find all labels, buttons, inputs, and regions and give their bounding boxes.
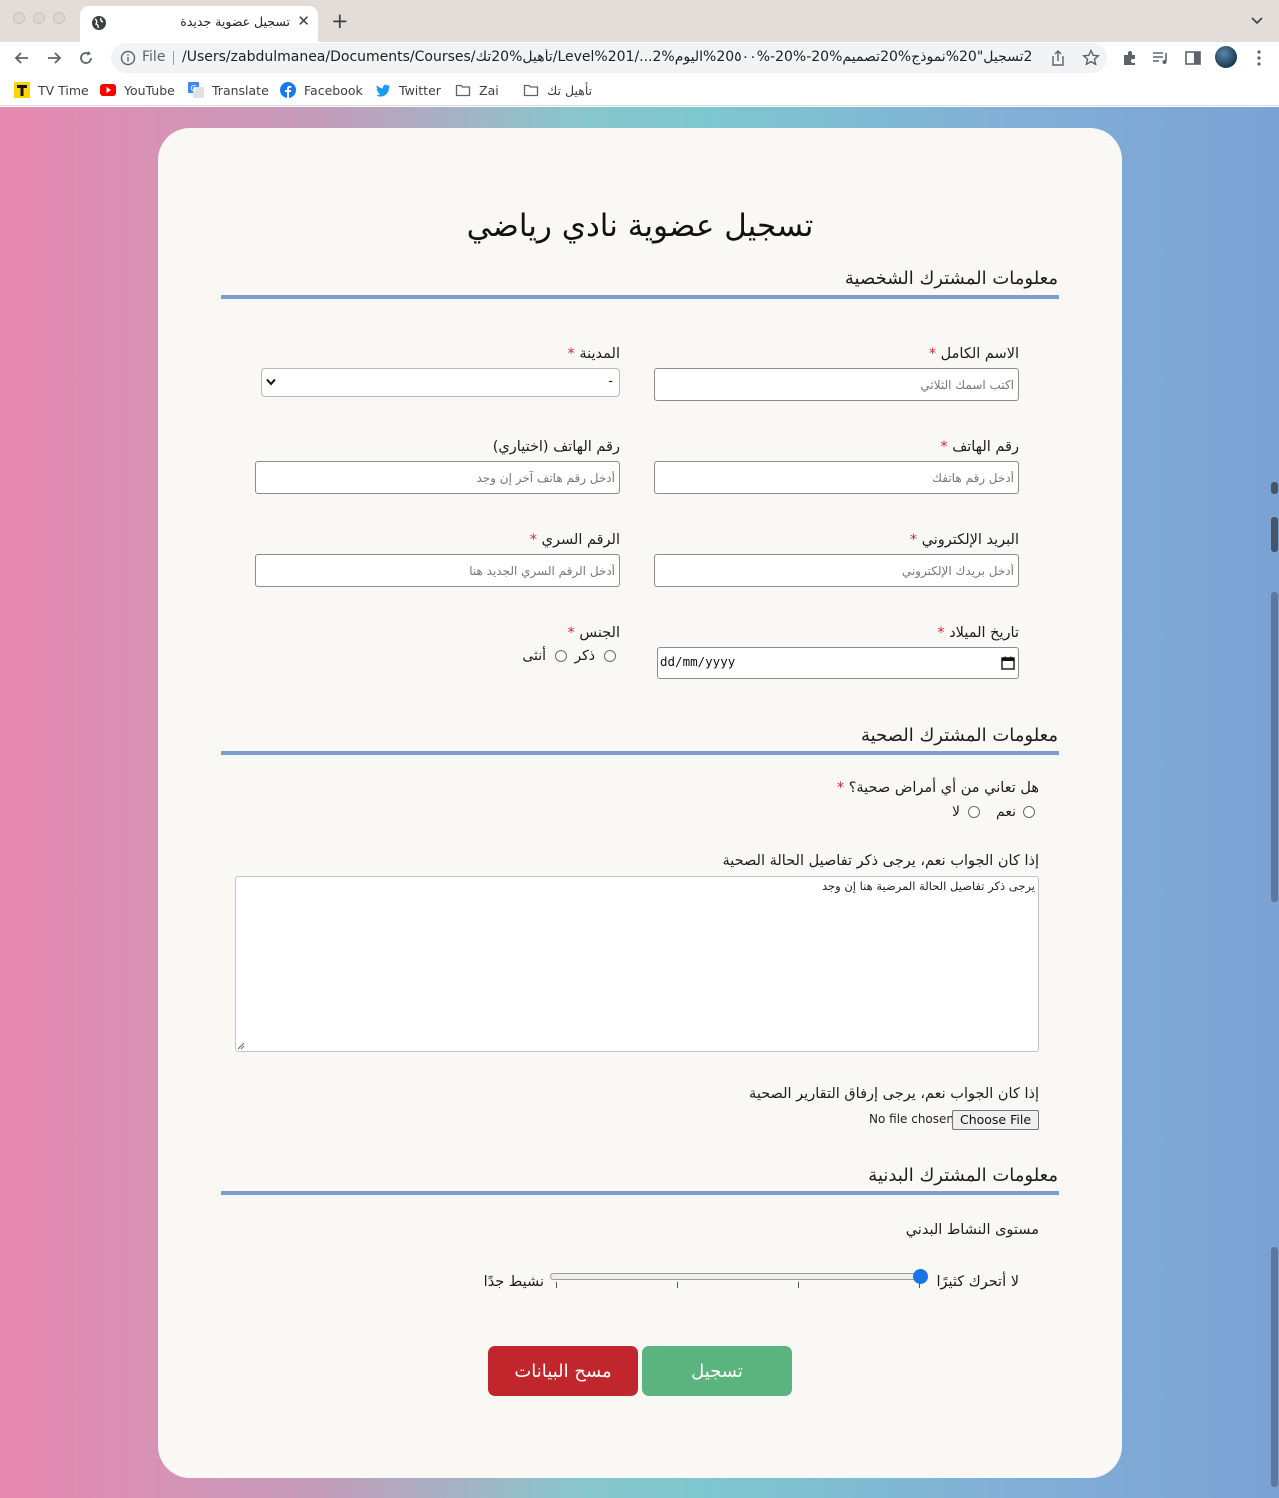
activity-max-label: نشيط جدًا: [483, 1274, 544, 1290]
section-heading-health: معلومات المشترك الصحية: [860, 725, 1058, 746]
browser-tab-active[interactable]: تسجيل عضوية جديدة ✕: [80, 6, 318, 42]
bookmark-youtube[interactable]: YouTube: [100, 82, 175, 98]
tab-search-chevron-icon[interactable]: [1250, 14, 1264, 28]
birthdate-label: تاريخ الميلاد *: [937, 625, 1019, 641]
side-panel-icon[interactable]: [1183, 48, 1203, 68]
city-select[interactable]: -: [261, 368, 620, 397]
page-background: تسجيل عضوية نادي رياضي معلومات المشترك ا…: [0, 107, 1279, 1498]
city-select-value: -: [608, 374, 613, 389]
file-status-text: No file chosen: [869, 1112, 955, 1126]
tv-time-icon: [14, 82, 30, 98]
facebook-icon: [280, 82, 296, 98]
bookmark-star-icon[interactable]: [1081, 48, 1101, 68]
window-zoom-button[interactable]: [53, 12, 65, 24]
slider-tick: [556, 1282, 557, 1288]
folder-icon: [523, 84, 539, 97]
forward-arrow-icon[interactable]: [44, 48, 64, 68]
section-divider: [221, 751, 1059, 755]
calendar-icon[interactable]: [1001, 656, 1015, 670]
activity-level-label: مستوى النشاط البدني: [905, 1222, 1039, 1238]
health-radio-no[interactable]: [968, 806, 980, 818]
new-tab-button[interactable]: +: [331, 9, 349, 33]
registration-form: تسجيل عضوية نادي رياضي معلومات المشترك ا…: [158, 128, 1122, 1478]
phone-alt-label: رقم الهاتف (اختياري): [492, 439, 620, 455]
back-arrow-icon[interactable]: [12, 48, 32, 68]
submit-button[interactable]: تسجيل: [642, 1346, 792, 1396]
address-bar[interactable]: File /Users/zabdulmanea/Documents/Course…: [111, 43, 1107, 73]
birthdate-input[interactable]: dd/mm/yyyy: [657, 647, 1019, 679]
clear-button[interactable]: مسح البيانات: [488, 1346, 638, 1396]
more-menu-icon[interactable]: [1249, 48, 1269, 68]
globe-icon: [92, 16, 106, 30]
birthdate-value: dd/mm/yyyy: [660, 654, 736, 669]
media-controls-icon[interactable]: [1151, 48, 1171, 68]
scrollbar-track-segment: [1271, 592, 1278, 902]
email-input[interactable]: [654, 554, 1019, 587]
activity-slider-track[interactable]: [550, 1273, 920, 1280]
full-name-label: الاسم الكامل *: [928, 346, 1019, 362]
extensions-puzzle-icon[interactable]: [1120, 48, 1140, 68]
bookmark-folder-zai[interactable]: Zai: [455, 82, 499, 98]
url-separator: [173, 51, 174, 65]
bookmark-facebook[interactable]: Facebook: [280, 82, 363, 98]
bookmarks-bar: TV Time YouTube G Translate Facebook Twi…: [0, 75, 1279, 106]
city-label: المدينة *: [567, 346, 621, 362]
activity-slider-thumb[interactable]: [913, 1269, 928, 1284]
phone-alt-input[interactable]: [255, 461, 620, 494]
tab-title: تسجيل عضوية جديدة: [180, 14, 290, 29]
slider-tick: [677, 1282, 678, 1288]
youtube-icon: [100, 84, 116, 96]
twitter-bird-icon: [376, 84, 390, 97]
resize-grip-icon[interactable]: [237, 1042, 245, 1050]
phone-input[interactable]: [654, 461, 1019, 494]
gender-radio-female[interactable]: [555, 650, 567, 662]
phone-label: رقم الهاتف *: [940, 439, 1019, 455]
tab-strip: تسجيل عضوية جديدة ✕ +: [0, 0, 1279, 42]
bookmark-twitter[interactable]: Twitter: [375, 82, 441, 98]
translate-icon: G: [188, 82, 204, 98]
window-close-button[interactable]: [13, 12, 25, 24]
window-minimize-button[interactable]: [33, 12, 45, 24]
gender-radio-male[interactable]: [604, 650, 616, 662]
health-option-no: لا: [952, 804, 960, 820]
health-details-textarea[interactable]: [235, 876, 1039, 1052]
gender-option-male: ذكر: [574, 648, 595, 664]
section-heading-physical: معلومات المشترك البدنية: [868, 1165, 1058, 1186]
section-heading-personal: معلومات المشترك الشخصية: [844, 268, 1058, 289]
email-label: البريد الإلكتروني *: [909, 532, 1019, 548]
choose-file-button[interactable]: Choose File: [952, 1110, 1039, 1130]
health-reports-label: إذا كان الجواب نعم، يرجى إرفاق التقارير …: [749, 1086, 1039, 1102]
scrollbar-thumb[interactable]: [1271, 517, 1278, 552]
chevron-down-icon: [266, 378, 276, 386]
info-icon[interactable]: [120, 50, 136, 66]
folder-icon: [455, 84, 471, 97]
health-option-yes: نعم: [996, 804, 1016, 820]
health-details-label: إذا كان الجواب نعم، يرجى ذكر تفاصيل الحا…: [722, 853, 1039, 869]
activity-min-label: لا أتحرك كثيرًا: [936, 1274, 1019, 1290]
form-title: تسجيل عضوية نادي رياضي: [466, 208, 814, 244]
scrollbar-track-segment: [1271, 1247, 1278, 1487]
url-scheme-label: File: [142, 49, 166, 65]
slider-tick: [798, 1282, 799, 1288]
section-divider: [221, 1191, 1059, 1195]
gender-label: الجنس *: [567, 625, 620, 641]
share-icon[interactable]: [1049, 49, 1067, 67]
bookmark-folder-tahil-tech[interactable]: تأهيل تك: [523, 82, 592, 98]
health-question-label: هل تعاني من أي أمراض صحية؟ *: [836, 780, 1039, 796]
tab-close-icon[interactable]: ✕: [297, 12, 310, 30]
url-text[interactable]: /Users/zabdulmanea/Documents/Courses/تأه…: [182, 49, 1032, 65]
password-input[interactable]: [255, 554, 620, 587]
full-name-input[interactable]: [654, 368, 1019, 401]
password-label: الرقم السري *: [529, 532, 620, 548]
gender-option-female: أنثى: [522, 648, 546, 664]
bookmark-translate[interactable]: G Translate: [188, 82, 269, 98]
bookmark-tv-time[interactable]: TV Time: [14, 82, 89, 98]
reload-icon[interactable]: [76, 48, 96, 68]
health-radio-yes[interactable]: [1023, 806, 1035, 818]
profile-avatar[interactable]: [1215, 46, 1237, 68]
scrollbar-mark: [1271, 482, 1278, 494]
section-divider: [221, 295, 1059, 299]
svg-text:G: G: [191, 84, 197, 93]
